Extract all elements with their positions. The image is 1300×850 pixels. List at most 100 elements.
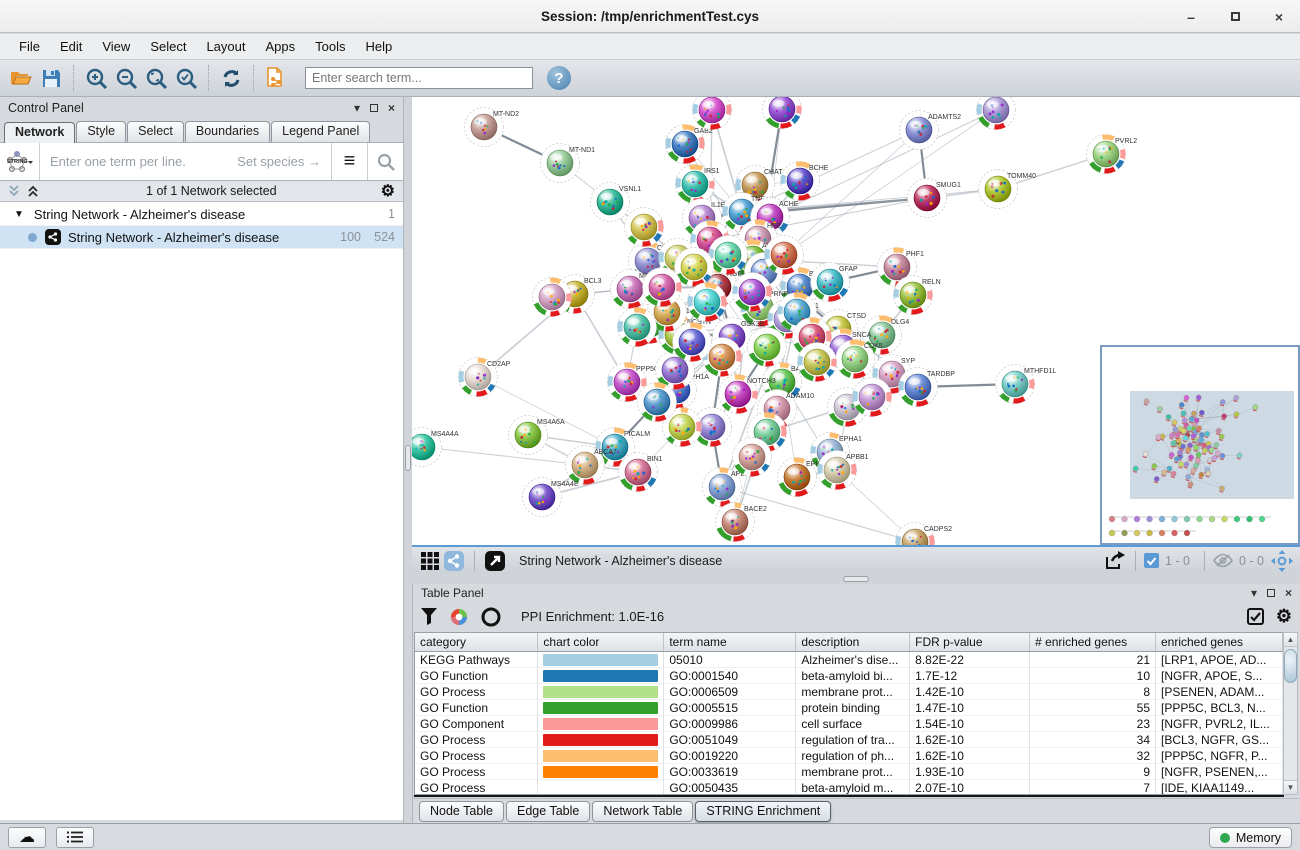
network-node[interactable]: MTHFD1L (996, 365, 1057, 404)
splitter-handle[interactable] (405, 445, 411, 471)
selected-checkbox-icon[interactable] (1144, 553, 1159, 568)
network-node[interactable]: CD2AP (459, 358, 511, 397)
minimize-button[interactable]: – (1180, 6, 1202, 28)
task-history-button[interactable] (56, 827, 94, 848)
zoom-selected-button[interactable] (171, 63, 201, 93)
scroll-thumb[interactable] (1284, 649, 1297, 683)
float-panel-icon[interactable] (1267, 589, 1275, 597)
network-node[interactable] (977, 97, 1016, 130)
grid-view-button[interactable] (418, 549, 442, 573)
filter-icon[interactable] (421, 608, 437, 625)
scroll-down-arrow[interactable]: ▼ (1284, 780, 1297, 794)
network-node[interactable]: SMUG1 (908, 179, 962, 218)
menu-layout[interactable]: Layout (197, 36, 254, 57)
column-header-chart-color[interactable]: chart color (538, 633, 664, 652)
network-node[interactable] (625, 208, 664, 247)
enrichment-chart-icon[interactable] (449, 607, 469, 627)
network-node[interactable]: GAB2 (666, 125, 713, 164)
table-row[interactable]: GO FunctionGO:0001540beta-amyloid bi...1… (415, 668, 1283, 684)
network-node[interactable] (638, 383, 677, 422)
close-button[interactable]: × (1268, 6, 1290, 28)
menu-view[interactable]: View (93, 36, 139, 57)
column-header-category[interactable]: category (415, 633, 538, 652)
close-panel-icon[interactable]: × (1285, 586, 1292, 600)
network-node[interactable]: PVRL2 (1087, 135, 1138, 174)
pan-navigation-button[interactable] (1270, 549, 1294, 573)
tab-node-table[interactable]: Node Table (419, 801, 504, 822)
network-tree-row[interactable]: ▼String Network - Alzheimer's disease1 (0, 203, 403, 226)
network-node[interactable]: IRS1 (676, 165, 720, 204)
zoom-in-button[interactable] (81, 63, 111, 93)
network-from-clipboard-button[interactable] (261, 63, 291, 93)
save-session-button[interactable] (36, 63, 66, 93)
zoom-fit-button[interactable] (141, 63, 171, 93)
network-node[interactable] (693, 97, 732, 130)
tab-network[interactable]: Network (4, 122, 75, 143)
column-header-FDR-p-value[interactable]: FDR p-value (910, 633, 1030, 652)
network-node[interactable]: MS4A6A (509, 416, 565, 455)
network-node[interactable] (853, 378, 892, 417)
table-row[interactable]: GO ComponentGO:0009986cell surface1.54E-… (415, 716, 1283, 732)
network-node[interactable]: GFAP (811, 263, 859, 302)
vertical-splitter[interactable] (404, 97, 412, 823)
search-input[interactable] (305, 67, 533, 89)
table-row[interactable]: GO ProcessGO:0019220regulation of ph...1… (415, 748, 1283, 764)
export-network-button[interactable] (1103, 549, 1127, 573)
string-query-input[interactable]: Enter one term per line. Set species → (40, 154, 331, 169)
table-row[interactable]: GO ProcessGO:0033619membrane prot...1.93… (415, 764, 1283, 780)
network-node[interactable] (733, 438, 772, 477)
tab-string-enrichment[interactable]: STRING Enrichment (695, 801, 831, 822)
network-tree-row[interactable]: String Network - Alzheimer's disease1005… (0, 226, 403, 249)
tab-network-table[interactable]: Network Table (592, 801, 693, 822)
tab-style[interactable]: Style (76, 121, 126, 142)
ring-chart-icon[interactable] (481, 607, 501, 627)
table-row[interactable]: GO FunctionGO:0005515protein binding1.47… (415, 700, 1283, 716)
open-in-window-button[interactable] (483, 549, 507, 573)
network-node[interactable]: TOMM40 (979, 170, 1037, 209)
column-header--enriched-genes[interactable]: # enriched genes (1030, 633, 1156, 652)
maximize-button[interactable] (1224, 6, 1246, 28)
menu-tools[interactable]: Tools (306, 36, 354, 57)
menu-file[interactable]: File (10, 36, 49, 57)
expand-all-icon[interactable] (27, 185, 42, 198)
network-node[interactable]: CADPS2 (896, 523, 953, 546)
panel-menu-caret-icon[interactable]: ▾ (354, 101, 360, 115)
float-panel-icon[interactable] (370, 104, 378, 112)
share-network-button[interactable] (442, 549, 466, 573)
network-node[interactable]: BCHE (781, 162, 829, 201)
table-row[interactable]: GO ProcessGO:0006509membrane prot...1.42… (415, 684, 1283, 700)
table-row[interactable]: GO ProcessGO:0051049regulation of tra...… (415, 732, 1283, 748)
string-search-button[interactable] (367, 143, 403, 180)
splitter-handle[interactable] (843, 576, 869, 582)
network-node[interactable]: MS4A4E (523, 478, 579, 517)
table-row[interactable]: KEGG Pathways05010Alzheimer's dise...8.8… (415, 652, 1283, 668)
network-options-gear-icon[interactable]: ⚙ (381, 181, 395, 201)
network-node[interactable] (643, 268, 682, 307)
birdseye-minimap[interactable] (1100, 345, 1300, 545)
network-node[interactable]: MT-ND1 (541, 144, 596, 183)
network-node[interactable] (733, 273, 772, 312)
scroll-up-arrow[interactable]: ▲ (1284, 633, 1297, 647)
menu-select[interactable]: Select (141, 36, 195, 57)
string-logo-dropdown[interactable]: STRING (0, 143, 40, 180)
tab-boundaries[interactable]: Boundaries (185, 121, 270, 142)
menu-edit[interactable]: Edit (51, 36, 91, 57)
zoom-out-button[interactable] (111, 63, 141, 93)
tab-legend-panel[interactable]: Legend Panel (271, 121, 370, 142)
tab-edge-table[interactable]: Edge Table (506, 801, 590, 822)
network-node[interactable]: APBB1 (818, 451, 869, 490)
memory-button[interactable]: Memory (1209, 827, 1292, 848)
table-vertical-scrollbar[interactable]: ▲ ▼ (1283, 632, 1298, 795)
string-options-button[interactable]: ≡ (331, 143, 367, 180)
table-settings-gear-icon[interactable]: ⚙ (1276, 606, 1292, 627)
network-node[interactable]: BIN1 (619, 453, 663, 492)
help-button[interactable]: ? (547, 66, 571, 90)
network-node[interactable] (748, 328, 787, 367)
table-row[interactable]: GO ProcessGO:0050435beta-amyloid m...2.0… (415, 780, 1283, 796)
menu-help[interactable]: Help (357, 36, 402, 57)
network-node[interactable] (765, 236, 804, 275)
network-node[interactable] (798, 343, 837, 382)
tab-select[interactable]: Select (127, 121, 184, 142)
network-node[interactable] (763, 97, 802, 129)
column-header-description[interactable]: description (796, 633, 910, 652)
